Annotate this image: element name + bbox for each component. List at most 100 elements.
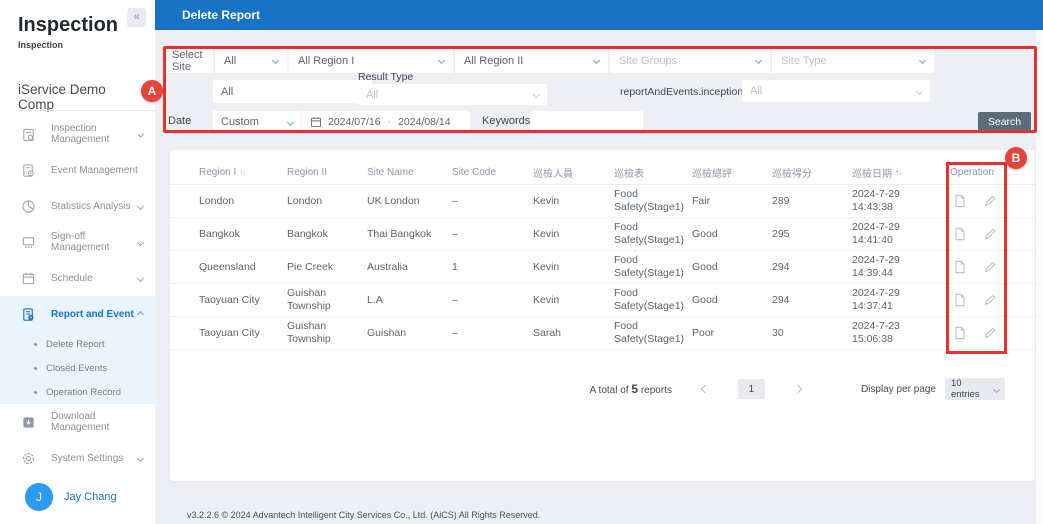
table-row: Queensland Pie Creek Australia 1 Kevin F… bbox=[170, 251, 1035, 284]
chevron-down-icon bbox=[532, 90, 541, 99]
cell-form: Food Safety(Stage1) bbox=[614, 188, 685, 213]
keywords-input[interactable] bbox=[530, 111, 643, 133]
annotation-marker-b: B bbox=[1005, 147, 1027, 169]
site-groups-dropdown[interactable]: Site Groups bbox=[610, 48, 770, 73]
region2-dropdown[interactable]: All Region II bbox=[455, 48, 608, 73]
bullet-icon bbox=[34, 342, 37, 346]
cell-operation bbox=[950, 194, 1035, 208]
site-type-dropdown[interactable]: Site Type bbox=[772, 48, 934, 73]
view-report-icon[interactable] bbox=[953, 194, 967, 208]
edit-icon[interactable] bbox=[983, 227, 997, 241]
app-title: Inspection bbox=[18, 14, 119, 36]
user-profile[interactable]: J Jay Chang bbox=[25, 483, 117, 511]
company-selector[interactable]: iService Demo Comp bbox=[18, 82, 157, 112]
sidebar-item-signoff-management[interactable]: Sign-off Management bbox=[0, 224, 155, 260]
total-count: 5 bbox=[631, 382, 639, 396]
filter-all-dropdown[interactable]: All bbox=[213, 80, 372, 103]
page-header: Delete Report bbox=[155, 0, 1043, 30]
pagination: A total of 5 reports 1 Display per page … bbox=[170, 378, 1005, 400]
chevron-up-icon bbox=[136, 310, 145, 318]
chevron-down-icon bbox=[918, 56, 927, 65]
select-site-label: Select Site bbox=[163, 48, 213, 73]
date-to-value[interactable]: 2024/08/14 bbox=[398, 116, 451, 128]
column-header-region1[interactable]: Region I ↑↓ bbox=[199, 167, 287, 178]
schedule-icon bbox=[20, 270, 36, 286]
chevron-down-icon bbox=[286, 118, 295, 126]
sidebar-item-schedule[interactable]: Schedule bbox=[0, 260, 155, 296]
chevron-down-icon bbox=[136, 454, 145, 462]
table-row: Bangkok Bangkok Thai Bangkok – Kevin Foo… bbox=[170, 218, 1035, 251]
cell-inspector: Kevin bbox=[533, 260, 560, 273]
cell-site-code: – bbox=[452, 194, 458, 207]
sidebar-subitem-label: Closed Events bbox=[46, 362, 108, 374]
date-separator: - bbox=[387, 116, 392, 128]
sidebar-item-inspection-management[interactable]: Inspection Management bbox=[0, 116, 155, 152]
version-copyright: v3.2.2.6 © 2024 Advantech Intelligent Ci… bbox=[187, 510, 541, 520]
cell-operation bbox=[950, 326, 1035, 340]
sidebar-subitem-delete-report[interactable]: Delete Report bbox=[0, 332, 155, 356]
view-report-icon[interactable] bbox=[953, 326, 967, 340]
sort-icon[interactable]: ↑↓ bbox=[239, 168, 246, 177]
cell-inspector: Kevin bbox=[533, 227, 560, 240]
entries-per-page-select[interactable]: 10 entries bbox=[945, 378, 1005, 400]
cell-region1: Taoyuan City bbox=[199, 326, 260, 339]
page-title: Delete Report bbox=[182, 8, 261, 22]
cell-region2: Guishan Township bbox=[287, 287, 331, 312]
date-mode-dropdown[interactable]: Custom bbox=[213, 111, 301, 133]
chevron-down-icon bbox=[754, 56, 763, 65]
prev-page-icon[interactable] bbox=[700, 384, 710, 394]
chevron-down-icon bbox=[915, 87, 924, 95]
cell-region2: Guishan Township bbox=[287, 320, 331, 345]
next-page-icon[interactable] bbox=[793, 384, 803, 394]
cell-score: 294 bbox=[772, 260, 790, 273]
cell-form: Food Safety(Stage1) bbox=[614, 254, 685, 279]
sidebar-item-label: Sign-off Management bbox=[51, 231, 110, 253]
edit-icon[interactable] bbox=[983, 194, 997, 208]
chevron-down-icon bbox=[993, 385, 1001, 393]
cell-score: 295 bbox=[772, 227, 790, 240]
edit-icon[interactable] bbox=[983, 326, 997, 340]
sidebar-item-statistics-analysis[interactable]: Statistics Analysis bbox=[0, 188, 155, 224]
cell-inspector: Sarah bbox=[533, 326, 562, 339]
view-report-icon[interactable] bbox=[953, 260, 967, 274]
view-report-icon[interactable] bbox=[953, 227, 967, 241]
scrollbar-track[interactable] bbox=[1036, 30, 1043, 524]
table-row: Taoyuan City Guishan Township L.A – Kevi… bbox=[170, 284, 1035, 317]
cell-site-name: Australia bbox=[367, 260, 408, 273]
sidebar-item-system-settings[interactable]: System Settings bbox=[0, 440, 155, 476]
result-type-dropdown[interactable]: All bbox=[358, 84, 547, 105]
cell-site-name: Thai Bangkok bbox=[367, 227, 432, 240]
table-row: Taoyuan City Guishan Township Guishan – … bbox=[170, 317, 1035, 350]
cell-date: 2024-7-29 14:39:44 bbox=[852, 254, 900, 279]
total-reports-text: A total of 5 reports bbox=[589, 382, 672, 396]
sidebar-item-event-management[interactable]: Event Management bbox=[0, 152, 155, 188]
column-header-date[interactable]: 巡檢日期 ↑↓ bbox=[852, 165, 950, 180]
display-per-page-label: Display per page bbox=[860, 383, 936, 395]
sidebar-subitem-closed-events[interactable]: Closed Events bbox=[0, 356, 155, 380]
cell-date: 2024-7-29 14:41:40 bbox=[852, 221, 900, 246]
site-dropdown[interactable]: All bbox=[215, 48, 287, 73]
cell-region1: London bbox=[199, 194, 235, 207]
statistics-icon bbox=[20, 198, 36, 214]
page-number-button[interactable]: 1 bbox=[737, 379, 765, 399]
sort-icon[interactable]: ↑↓ bbox=[895, 168, 902, 177]
sidebar-item-report-and-event[interactable]: Report and Event bbox=[0, 296, 155, 332]
date-from-value[interactable]: 2024/07/16 bbox=[328, 116, 381, 128]
cell-site-code: – bbox=[452, 326, 458, 339]
edit-icon[interactable] bbox=[983, 260, 997, 274]
cell-operation bbox=[950, 227, 1035, 241]
inception-tag-dropdown[interactable]: All bbox=[742, 80, 930, 102]
download-icon bbox=[20, 414, 36, 430]
cell-inspector: Kevin bbox=[533, 194, 560, 207]
search-button[interactable]: Search bbox=[978, 112, 1031, 131]
cell-operation bbox=[950, 293, 1035, 307]
sidebar-collapse-button[interactable]: « bbox=[127, 8, 146, 27]
cell-site-name: UK London bbox=[367, 194, 420, 207]
view-report-icon[interactable] bbox=[953, 293, 967, 307]
cell-region1: Queensland bbox=[199, 260, 256, 273]
edit-icon[interactable] bbox=[983, 293, 997, 307]
date-range-picker[interactable]: 2024/07/16 - 2024/08/14 bbox=[302, 111, 470, 133]
region1-dropdown[interactable]: All Region I bbox=[289, 48, 453, 73]
sidebar-item-download-management[interactable]: Download Management bbox=[0, 404, 155, 440]
sidebar-subitem-operation-record[interactable]: Operation Record bbox=[0, 380, 155, 404]
